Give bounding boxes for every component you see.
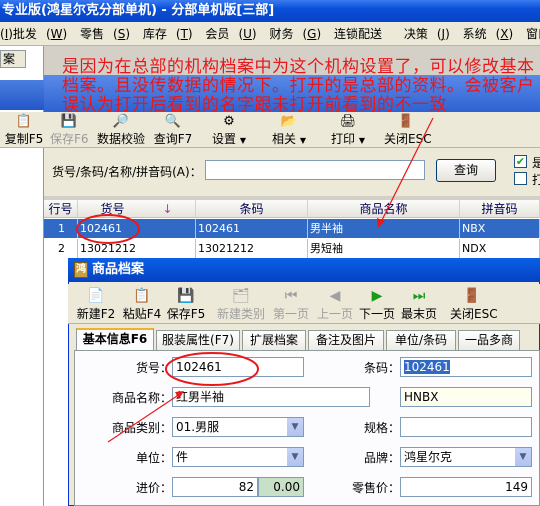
circle-grid-item-no <box>76 214 140 244</box>
arrow-line-2 <box>107 393 181 443</box>
annotation-overlay <box>76 117 434 443</box>
circle-dialog-item-no <box>165 352 259 386</box>
arrow-line-1 <box>379 117 434 225</box>
arrow-head-1 <box>377 218 385 228</box>
arrow-head-2 <box>175 391 184 399</box>
